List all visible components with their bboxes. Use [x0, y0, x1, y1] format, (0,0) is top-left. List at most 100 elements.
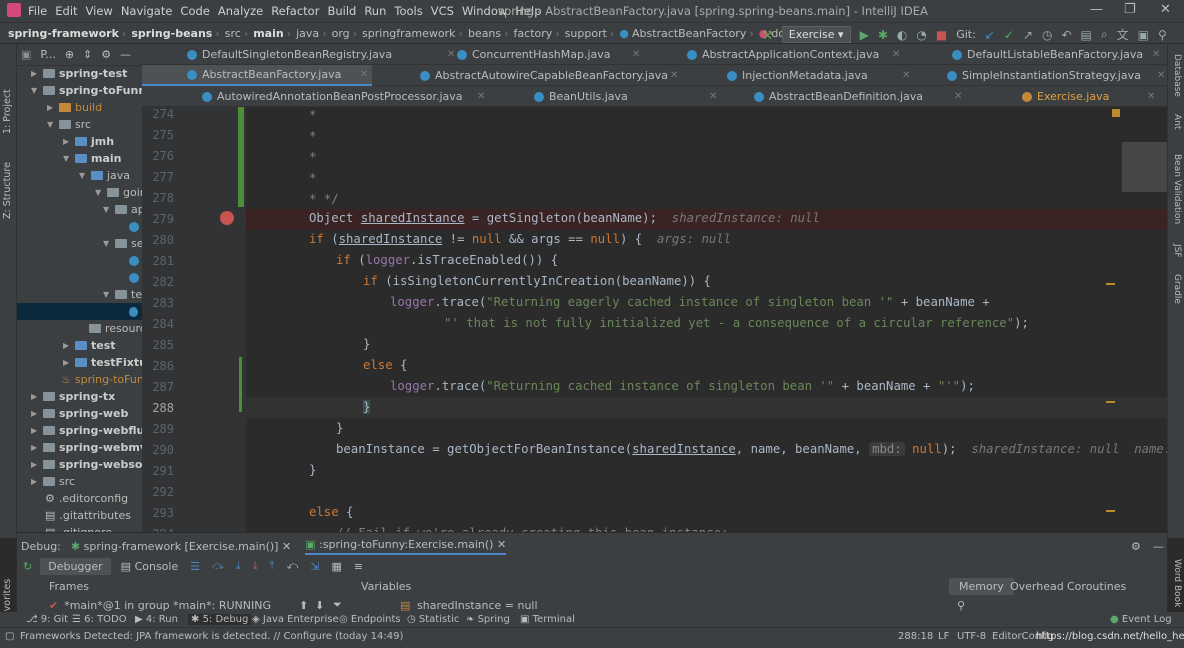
tree-node[interactable]: ▶testFixtures	[63, 354, 142, 371]
debug-hide-icon[interactable]: —	[1153, 540, 1164, 553]
menu-refactor[interactable]: Refactor	[271, 4, 319, 18]
tree-node[interactable]: ▼going	[95, 184, 142, 201]
tab-abstractapplicationcontext[interactable]: AbstractApplicationContext.java ✕	[687, 44, 900, 65]
stop-icon[interactable]: ■	[936, 28, 947, 42]
tree-node[interactable]: ▶ spring-test	[31, 65, 127, 82]
inspection-status-icon[interactable]	[1112, 109, 1120, 117]
menu-tools[interactable]: Tools	[394, 4, 422, 18]
debug-settings-icon[interactable]: ⚙	[1131, 540, 1141, 553]
drop-frame-icon[interactable]: ⤺	[287, 559, 299, 573]
breadcrumb-item[interactable]: spring-framework	[8, 27, 119, 40]
breadcrumb-item[interactable]: main	[253, 27, 284, 40]
vcs-change-marker[interactable]	[239, 357, 242, 412]
tree-node[interactable]: ▼ se	[103, 235, 142, 252]
warning-stripe[interactable]	[1106, 401, 1115, 403]
tree-node[interactable]: ▼ src	[47, 116, 91, 133]
tree-node[interactable]: ▼tes	[103, 286, 142, 303]
rerun-icon[interactable]: ↻	[23, 560, 32, 573]
tree-node[interactable]: ▼spring-toFunny	[31, 82, 142, 99]
bean-validation-tool-label[interactable]: Bean Validation	[1172, 154, 1182, 224]
project-view-select[interactable]: P...	[40, 48, 55, 61]
run-config-select[interactable]: Exercise ▾	[781, 26, 851, 43]
word-book-tool-label[interactable]: Word Book	[1172, 559, 1182, 607]
collapse-icon[interactable]: ⇕	[83, 48, 92, 61]
thread-select[interactable]: *main*@1 in group *main*: RUNNING	[64, 599, 271, 612]
caret-position[interactable]: 288:18	[898, 631, 933, 642]
tree-node[interactable]: ▼ ap	[103, 201, 142, 218]
tree-node[interactable]: ▶ test	[63, 337, 116, 354]
tab-abstractautowirecapablebeanfactory[interactable]: AbstractAutowireCapableBeanFactory.java ✕	[420, 65, 678, 86]
menu-view[interactable]: View	[86, 4, 113, 18]
tree-node[interactable]: ▶ build	[47, 99, 102, 116]
endpoints-tool-button[interactable]: ◎ Endpoints	[339, 614, 401, 625]
profile-icon[interactable]: ◔	[916, 28, 926, 42]
tree-node[interactable]: ▼ java	[79, 167, 130, 184]
status-message[interactable]: Frameworks Detected: JPA framework is de…	[20, 631, 403, 642]
translate-icon[interactable]: 文	[1117, 26, 1129, 43]
tree-node[interactable]: ▶ jmh	[63, 133, 114, 150]
git-tool-button[interactable]: ⎇ 9: Git	[26, 614, 68, 625]
run-icon[interactable]: ▶	[860, 28, 869, 42]
breadcrumb-item[interactable]: java	[296, 27, 319, 40]
tree-node[interactable]: resource	[89, 320, 142, 337]
tree-node[interactable]: ▤ .gitattributes	[45, 507, 131, 524]
git-commit-icon[interactable]: ✓	[1004, 28, 1014, 42]
frames-up-icon[interactable]: ⬆	[299, 599, 308, 612]
tab-abstractbeanfactory[interactable]: AbstractBeanFactory.java ✕	[142, 65, 372, 86]
code-editor[interactable]: 274 275 276 277 278 279 280 281 282 283 …	[142, 107, 1167, 532]
debug-icon[interactable]: ✱	[878, 28, 888, 42]
tab-exercise[interactable]: Exercise.java ✕	[1022, 86, 1155, 107]
breadcrumb-item[interactable]: AbstractBeanFactory	[632, 27, 746, 40]
ant-tool-label[interactable]: Ant	[1172, 114, 1182, 129]
step-out-icon[interactable]: ⤒	[270, 559, 275, 573]
memory-tab[interactable]: Memory	[949, 577, 1014, 595]
overhead-tab[interactable]: Overhead	[1010, 580, 1064, 593]
project-tool-label[interactable]: 1: Project	[2, 89, 13, 134]
line-separator[interactable]: LF	[938, 631, 949, 642]
menu-analyze[interactable]: Analyze	[218, 4, 263, 18]
breadcrumb-item[interactable]: src	[225, 27, 241, 40]
variable-row[interactable]: sharedInstance = null	[417, 599, 538, 612]
search-icon[interactable]: ⚲	[1158, 28, 1167, 42]
step-over-icon[interactable]: ⤼	[212, 559, 224, 573]
filter-icon[interactable]: ⏷	[333, 598, 342, 612]
layout-icon[interactable]: ▣	[1138, 28, 1149, 42]
spring-tool-button[interactable]: ❧ Spring	[466, 614, 510, 625]
tree-node[interactable]: ♨spring-toFunny	[61, 371, 142, 388]
gear-icon[interactable]: ⚙	[101, 48, 111, 61]
coroutines-tab[interactable]: Coroutines	[1067, 580, 1126, 593]
tab-autowiredannotationbeanpostprocessor[interactable]: AutowiredAnnotationBeanPostProcessor.jav…	[202, 86, 485, 107]
warning-stripe[interactable]	[1106, 510, 1115, 512]
locate-icon[interactable]: ⊕	[65, 48, 74, 61]
menu-run[interactable]: Run	[364, 4, 386, 18]
menu-code[interactable]: Code	[180, 4, 209, 18]
tree-node[interactable]: ▼ main	[63, 150, 122, 167]
build-hammer-icon[interactable]: ⚒	[762, 28, 773, 42]
search-everywhere-icon[interactable]: ⌕	[1101, 27, 1108, 42]
maximize-icon[interactable]: ❐	[1124, 2, 1136, 17]
run-tool-button[interactable]: ▶ 4: Run	[135, 614, 178, 625]
breadcrumb-item[interactable]: org	[332, 27, 350, 40]
breadcrumb-item[interactable]: spring-beans	[131, 27, 212, 40]
tree-node[interactable]: ▶ spring-web	[31, 405, 128, 422]
file-encoding[interactable]: UTF-8	[957, 631, 986, 642]
warning-stripe[interactable]	[1106, 283, 1115, 285]
tree-node[interactable]: ▶ src	[31, 473, 75, 490]
breadcrumb-item[interactable]: beans	[468, 27, 501, 40]
java-enterprise-tool-button[interactable]: ◈ Java Enterprise	[252, 614, 339, 625]
git-update-icon[interactable]: ↙	[985, 28, 995, 42]
tree-node[interactable]: ▶spring-websocke	[31, 456, 142, 473]
breadcrumb-item[interactable]: factory	[514, 27, 553, 40]
tree-node[interactable]: ▶ spring-tx	[31, 388, 115, 405]
tree-node[interactable]: ▶spring-webmvc	[31, 439, 142, 456]
show-execution-point-icon[interactable]: ☰	[190, 560, 200, 573]
breakpoint-icon[interactable]	[220, 211, 234, 225]
status-layout-icon[interactable]: ▢	[5, 631, 14, 642]
debugger-tab[interactable]: Debugger	[40, 557, 111, 575]
tree-node[interactable]	[129, 218, 142, 235]
editor-scrollbar[interactable]	[1122, 142, 1167, 192]
tab-defaultlistablebeanfactory[interactable]: DefaultListableBeanFactory.java ✕	[952, 44, 1160, 65]
hide-icon[interactable]: —	[120, 48, 131, 61]
tree-node[interactable]	[129, 269, 142, 286]
trace-icon[interactable]: ≡	[354, 560, 363, 573]
